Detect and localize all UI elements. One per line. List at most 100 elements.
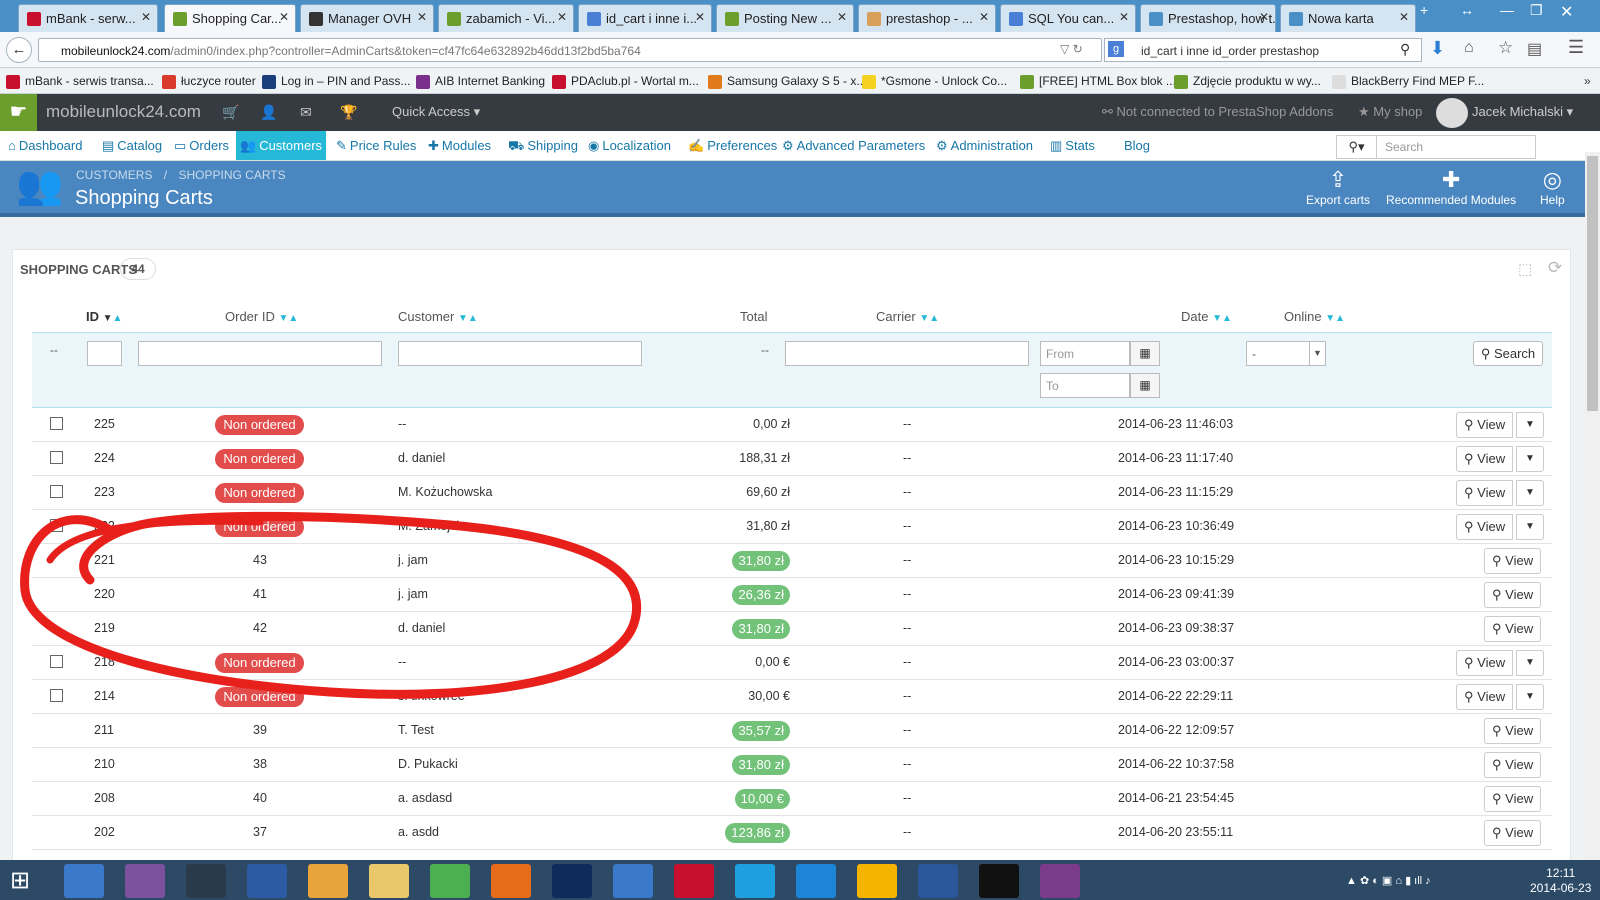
download-icon[interactable]: ⬇ [1430, 38, 1445, 59]
cart-icon[interactable]: 🛒 [222, 104, 239, 121]
row-checkbox[interactable] [50, 655, 63, 668]
column-carrier[interactable]: Carrier ▼▲ [876, 309, 939, 324]
breadcrumb-customers[interactable]: CUSTOMERS [76, 168, 152, 182]
menu-item-administration[interactable]: ⚙ Administration [932, 131, 1037, 160]
export-carts-button[interactable]: ⇪ Export carts [1306, 167, 1370, 207]
browser-tab[interactable]: mBank - serw... ✕ [18, 4, 158, 32]
browser-tab[interactable]: Posting New ... ✕ [716, 4, 854, 32]
prestashop-logo-icon[interactable]: ☛ [0, 94, 37, 131]
breadcrumb-shopping-carts[interactable]: SHOPPING CARTS [178, 168, 285, 182]
taskbar-app-icon[interactable] [979, 864, 1019, 898]
column-customer[interactable]: Customer ▼▲ [398, 309, 478, 324]
tray-icons[interactable]: ▲ ✿ ◐ ▣ ⌂ ▮ ıll ♪ [1346, 874, 1431, 887]
column-online[interactable]: Online ▼▲ [1284, 309, 1345, 324]
tab-close-icon[interactable]: ✕ [417, 10, 427, 24]
new-tab-button[interactable]: + [1420, 2, 1428, 18]
addons-status[interactable]: ⚯ Not connected to PrestaShop Addons [1102, 104, 1333, 120]
home-icon[interactable]: ⌂ [1464, 39, 1474, 57]
bookmark-item[interactable]: Samsung Galaxy S 5 - x... [708, 74, 866, 89]
row-actions-dropdown-icon[interactable]: ▼ [1516, 446, 1544, 472]
menu-item-catalog[interactable]: ▤ Catalog [98, 131, 166, 160]
filter-date-to[interactable]: To [1040, 373, 1130, 398]
url-bar[interactable]: mobileunlock24.com/admin0/index.php?cont… [38, 38, 1102, 62]
bookmark-item[interactable]: PDAclub.pl - Wortal m... [552, 74, 699, 89]
filter-date-from[interactable]: From [1040, 341, 1130, 366]
tab-close-icon[interactable]: ✕ [979, 10, 989, 24]
bookmark-item[interactable]: AIB Internet Banking [416, 74, 545, 89]
tab-close-icon[interactable]: ✕ [1119, 10, 1129, 24]
taskbar-app-icon[interactable] [857, 864, 897, 898]
minimize-button[interactable]: — [1500, 2, 1514, 18]
taskbar-app-icon[interactable] [125, 864, 165, 898]
taskbar-app-icon[interactable] [796, 864, 836, 898]
avatar[interactable] [1436, 98, 1468, 128]
help-button[interactable]: ◎ Help [1540, 167, 1565, 207]
bookmark-item[interactable]: łuczyce router [162, 74, 256, 89]
view-button[interactable]: ⚲ View [1456, 684, 1514, 710]
export-panel-icon[interactable]: ⬚ [1518, 260, 1532, 278]
message-icon[interactable]: ✉ [300, 104, 312, 121]
view-button[interactable]: ⚲ View [1484, 582, 1542, 608]
taskbar-app-icon[interactable] [491, 864, 531, 898]
menu-item-shipping[interactable]: ⛟ Shipping [504, 131, 582, 160]
search-icon[interactable]: ⚲ [1400, 41, 1410, 58]
browser-tab[interactable]: zabamich - Vi... ✕ [438, 4, 574, 32]
tab-close-icon[interactable]: ✕ [1259, 10, 1269, 24]
calendar-from-icon[interactable]: ▦ [1130, 341, 1160, 366]
filter-online-select[interactable]: - ▼ [1246, 341, 1326, 366]
trophy-icon[interactable]: 🏆 [340, 104, 357, 121]
menu-item-price-rules[interactable]: ✎ Price Rules [332, 131, 420, 160]
taskbar-app-icon[interactable] [1040, 864, 1080, 898]
bookmark-item[interactable]: Zdjęcie produktu w wy... [1174, 74, 1321, 89]
filter-id-input[interactable] [87, 341, 122, 366]
row-checkbox[interactable] [50, 485, 63, 498]
menu-item-orders[interactable]: ▭ Orders [170, 131, 233, 160]
tab-close-icon[interactable]: ✕ [557, 10, 567, 24]
view-button[interactable]: ⚲ View [1456, 446, 1514, 472]
filter-carrier-input[interactable] [785, 341, 1029, 366]
browser-tab[interactable]: Manager OVH ✕ [300, 4, 434, 32]
customer-icon[interactable]: 👤 [260, 104, 277, 121]
window-resize-icon[interactable]: ↔ [1460, 2, 1474, 18]
tab-close-icon[interactable]: ✕ [141, 10, 151, 24]
row-actions-dropdown-icon[interactable]: ▼ [1516, 514, 1544, 540]
view-button[interactable]: ⚲ View [1456, 480, 1514, 506]
taskbar-app-icon[interactable] [247, 864, 287, 898]
calendar-to-icon[interactable]: ▦ [1130, 373, 1160, 398]
taskbar-clock[interactable]: 12:11 2014-06-23 [1530, 866, 1591, 896]
column-date[interactable]: Date ▼▲ [1181, 309, 1232, 324]
reload-icon[interactable]: ▽ ↻ [1060, 42, 1083, 56]
filter-customer-input[interactable] [398, 341, 642, 366]
taskbar-app-icon[interactable] [430, 864, 470, 898]
search-type-dropdown[interactable]: ⚲▾ [1337, 136, 1377, 158]
my-shop-link[interactable]: ★ My shop [1358, 104, 1422, 120]
shop-name[interactable]: mobileunlock24.com [46, 102, 201, 122]
back-arrow-icon[interactable]: ← [6, 37, 32, 63]
admin-search[interactable]: ⚲▾ Search [1336, 135, 1536, 159]
view-button[interactable]: ⚲ View [1484, 548, 1542, 574]
tab-close-icon[interactable]: ✕ [279, 10, 289, 24]
menu-item-modules[interactable]: ✚ Modules [424, 131, 495, 160]
bookmark-item[interactable]: *Gsmone - Unlock Co... [862, 74, 1007, 89]
filter-order-id-input[interactable] [138, 341, 382, 366]
view-button[interactable]: ⚲ View [1456, 412, 1514, 438]
tab-close-icon[interactable]: ✕ [1399, 10, 1409, 24]
view-button[interactable]: ⚲ View [1456, 650, 1514, 676]
taskbar-app-icon[interactable] [308, 864, 348, 898]
menu-item-advanced-parameters[interactable]: ⚙ Advanced Parameters [778, 131, 929, 160]
browser-tab[interactable]: prestashop - ... ✕ [858, 4, 996, 32]
taskbar-app-icon[interactable] [369, 864, 409, 898]
row-actions-dropdown-icon[interactable]: ▼ [1516, 480, 1544, 506]
menu-item-localization[interactable]: ◉ Localization [584, 131, 675, 160]
taskbar-app-icon[interactable] [64, 864, 104, 898]
menu-item-stats[interactable]: ▥ Stats [1046, 131, 1099, 160]
browser-search-bar[interactable]: id_cart i inne id_order prestashop [1104, 38, 1422, 62]
browser-tab[interactable]: Prestashop, how t... ✕ [1140, 4, 1276, 32]
taskbar-app-icon[interactable] [613, 864, 653, 898]
tab-close-icon[interactable]: ✕ [695, 10, 705, 24]
bookmarks-list-icon[interactable]: ▤ [1527, 39, 1542, 59]
quick-access-dropdown[interactable]: Quick Access ▾ [392, 104, 480, 120]
view-button[interactable]: ⚲ View [1484, 718, 1542, 744]
start-icon[interactable]: ⊞ [10, 866, 30, 895]
view-button[interactable]: ⚲ View [1484, 752, 1542, 778]
